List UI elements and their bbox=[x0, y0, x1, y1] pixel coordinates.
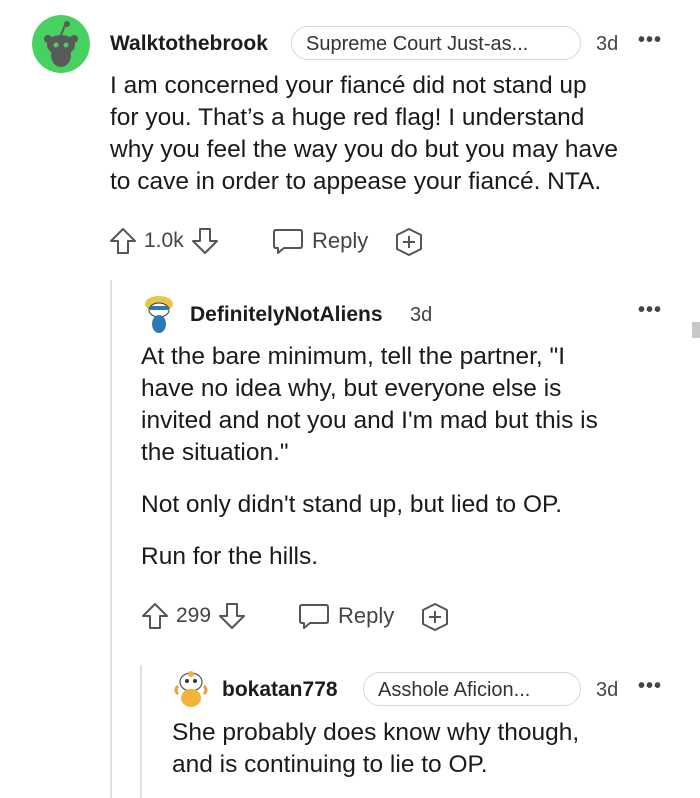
downvote-arrow-icon[interactable] bbox=[217, 601, 247, 631]
comment-line: and is continuing to lie to OP. bbox=[172, 751, 488, 778]
reply-label: Reply bbox=[312, 228, 369, 253]
snoo-avatar-icon bbox=[174, 671, 208, 707]
comment-line: She probably does know why though, bbox=[172, 719, 580, 746]
avatar[interactable] bbox=[142, 294, 176, 334]
speech-bubble-icon bbox=[298, 601, 330, 631]
award-button[interactable] bbox=[393, 227, 425, 257]
vote-controls: 1.0k bbox=[108, 226, 220, 256]
more-options-icon[interactable]: ••• bbox=[638, 676, 662, 696]
comment-line: At the bare minimum, tell the partner, "… bbox=[141, 343, 566, 370]
reply-button[interactable]: Reply bbox=[298, 601, 394, 631]
comment-username[interactable]: bokatan778 bbox=[222, 678, 338, 702]
comment-paragraph: Not only didn't stand up, but lied to OP… bbox=[141, 489, 691, 521]
thread-line-level-2[interactable] bbox=[140, 665, 142, 798]
comment-body: I am concerned your fiancé did not stand… bbox=[110, 70, 690, 198]
user-flair: Asshole Aficion... bbox=[363, 672, 581, 706]
award-plus-icon bbox=[419, 602, 451, 632]
scrollbar-thumb[interactable] bbox=[692, 322, 700, 338]
comment-body: She probably does know why though, and i… bbox=[172, 717, 692, 781]
comment-username[interactable]: Walktothebrook bbox=[110, 32, 268, 56]
comment-age: 3d bbox=[596, 33, 619, 55]
vote-controls: 299 bbox=[140, 601, 247, 631]
score-count: 1.0k bbox=[144, 229, 184, 252]
snoo-avatar-icon bbox=[145, 296, 173, 333]
avatar[interactable] bbox=[172, 670, 210, 710]
comment-line: to cave in order to appease your fiancé.… bbox=[110, 168, 602, 195]
reply-button[interactable]: Reply bbox=[272, 226, 368, 256]
comment-body: At the bare minimum, tell the partner, "… bbox=[141, 341, 691, 593]
thread-line-level-1[interactable] bbox=[110, 280, 112, 798]
comment-line: for you. That’s a huge red flag! I under… bbox=[110, 104, 585, 131]
avatar[interactable] bbox=[32, 15, 90, 73]
comment-age: 3d bbox=[410, 304, 433, 326]
user-flair: Supreme Court Just-as... bbox=[291, 26, 581, 60]
comment-paragraph: At the bare minimum, tell the partner, "… bbox=[141, 341, 691, 469]
comment-username[interactable]: DefinitelyNotAliens bbox=[190, 303, 383, 327]
award-button[interactable] bbox=[419, 602, 451, 632]
snoo-avatar-icon bbox=[32, 15, 90, 73]
more-options-icon[interactable]: ••• bbox=[638, 30, 662, 50]
more-options-icon[interactable]: ••• bbox=[638, 300, 662, 320]
score-count: 299 bbox=[176, 604, 212, 627]
upvote-arrow-icon[interactable] bbox=[108, 226, 138, 256]
comment-line: I am concerned your fiancé did not stand… bbox=[110, 72, 587, 99]
comment-line: invited and not you and I'm mad but this… bbox=[141, 407, 598, 434]
comment-line: Not only didn't stand up, but lied to OP… bbox=[141, 491, 562, 518]
comment-line: Run for the hills. bbox=[141, 543, 319, 570]
comment-age: 3d bbox=[596, 679, 619, 701]
comment-line: why you feel the way you do but you may … bbox=[110, 136, 618, 163]
speech-bubble-icon bbox=[272, 226, 304, 256]
upvote-arrow-icon[interactable] bbox=[140, 601, 170, 631]
comment-line: have no idea why, but everyone else is bbox=[141, 375, 562, 402]
reply-label: Reply bbox=[338, 603, 395, 628]
comment-line: the situation." bbox=[141, 439, 289, 466]
downvote-arrow-icon[interactable] bbox=[190, 226, 220, 256]
comment-paragraph: Run for the hills. bbox=[141, 541, 691, 573]
award-plus-icon bbox=[393, 227, 425, 257]
